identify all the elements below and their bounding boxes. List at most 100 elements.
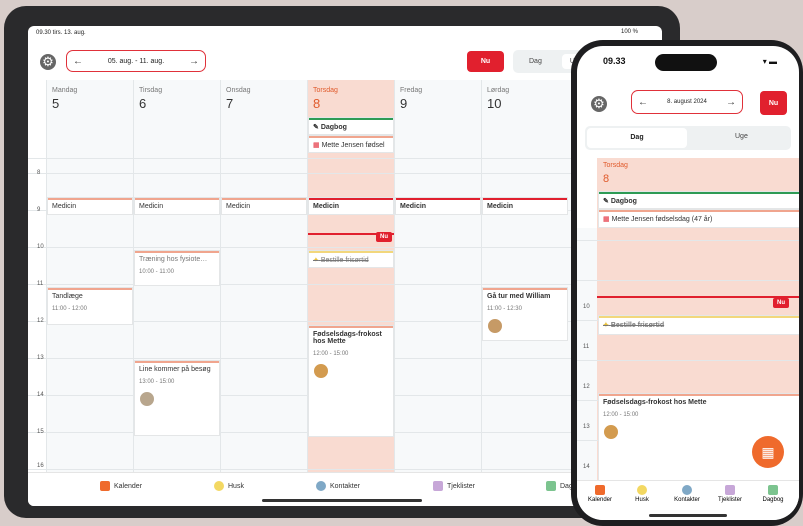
tab-label: Kalender (587, 497, 613, 503)
pen-icon (768, 485, 778, 495)
phone-time: 09.33 (603, 56, 626, 66)
event-medicin-saturday[interactable]: Medicin (483, 198, 567, 214)
tab-kalender[interactable]: Kalender (100, 481, 142, 491)
event-title: Line kommer på besøg (139, 366, 211, 373)
tab-label: Tjeklister (447, 482, 476, 490)
event-time: 12:00 - 15:00 (603, 412, 639, 418)
tab-kalender[interactable]: Kalender (585, 485, 615, 503)
event-title: Medicin (52, 203, 77, 210)
day-number: 10 (487, 96, 502, 111)
date-label: 8. august 2024 (667, 99, 707, 105)
battery-indicator: 100 % (620, 29, 638, 35)
tab-kontakter[interactable]: Kontakter (669, 485, 705, 503)
tab-dagbog[interactable]: Dagbog (757, 485, 789, 503)
day-number: 8 (603, 173, 610, 185)
phone-device: 09.33 ▾ ▬ ⚙ ← 8. august 2024 → Nu Dag Ug… (571, 40, 803, 526)
calendar-icon (100, 481, 110, 491)
now-indicator-tag: Nu (773, 298, 789, 308)
event-medicin-tuesday[interactable]: Medicin (135, 198, 219, 214)
hour-line (28, 469, 662, 470)
hour-line (28, 247, 662, 248)
hour-label: 14 (37, 392, 44, 398)
tab-label: Dagbog (762, 497, 784, 503)
event-title: Medicin (487, 203, 514, 210)
task-bestille-frisoer[interactable]: ✦ Bestille frisørtid (599, 316, 799, 334)
settings-gear-icon[interactable]: ⚙ (591, 96, 607, 112)
week-grid: Mandag 5 Tirsdag 6 Onsdag 7 Torsdag 8 Fredag… (28, 80, 662, 472)
event-title: Tandlæge (52, 293, 83, 300)
now-button[interactable]: Nu (760, 91, 787, 115)
hour-label: 13 (583, 424, 590, 430)
task-bestille-frisoer[interactable]: ✦ Bestille frisørtid (309, 251, 393, 267)
status-time-date: 09.30 tirs. 13. aug. (36, 30, 86, 36)
tab-husk[interactable]: Husk (214, 481, 244, 491)
hour-line (28, 173, 662, 174)
event-foedselsdags-frokost[interactable]: Fødselsdags-frokost hos Mette 12:00 - 15:… (309, 326, 393, 436)
event-medicin-friday[interactable]: Medicin (396, 198, 480, 214)
event-medicin-thursday[interactable]: Medicin (309, 198, 393, 214)
dagbog-allday-event[interactable]: ✎ Dagbog (309, 118, 393, 134)
hour-label: 15 (37, 429, 44, 435)
hour-line (577, 360, 799, 361)
event-medicin-wednesday[interactable]: Medicin (222, 198, 306, 214)
day-number: 7 (226, 96, 234, 111)
phone-tab-bar: Kalender Husk Kontakter Tjeklister Dagbo… (577, 480, 799, 520)
event-line-besoeg[interactable]: Line kommer på besøg 13:00 - 15:00 (135, 361, 219, 435)
task-title: Bestille frisørtid (320, 257, 369, 264)
dynamic-island (655, 54, 717, 71)
tab-day[interactable]: Dag (529, 58, 542, 65)
event-medicin-monday[interactable]: Medicin (48, 198, 132, 214)
event-title: Medicin (400, 203, 427, 210)
contacts-icon (682, 485, 692, 495)
hour-label: 16 (37, 463, 44, 469)
status-bar: 09.30 tirs. 13. aug. 100 % (28, 26, 662, 40)
phone-status-icons: ▾ ▬ (762, 57, 777, 66)
tab-kontakter[interactable]: Kontakter (316, 481, 360, 491)
prev-day-arrow-icon[interactable]: ← (638, 97, 648, 108)
day-name: Fredag (400, 87, 423, 94)
hour-label: 13 (37, 355, 44, 361)
week-navigator: ← 05. aug. - 11. aug. → (66, 50, 206, 72)
hour-label: 11 (37, 281, 44, 287)
add-event-calendar-icon[interactable]: ▦ (752, 436, 784, 468)
tab-tjeklister[interactable]: Tjeklister (433, 481, 475, 491)
tablet-screen: 09.30 tirs. 13. aug. 100 % ⚙ ← 05. aug. … (28, 26, 662, 506)
dagbog-allday-event[interactable]: ✎ Dagbog (599, 192, 799, 208)
birthday-allday-event[interactable]: ▦ Mette Jensen fødselsdag (47 år) (599, 210, 799, 227)
event-tandlaege[interactable]: Tandlæge 11:00 - 12:00 (48, 288, 132, 324)
day-number: 6 (139, 96, 147, 111)
star-icon (637, 485, 647, 495)
hour-label: 10 (37, 244, 44, 250)
next-day-arrow-icon[interactable]: → (726, 97, 736, 108)
task-star-icon: ✦ (603, 322, 609, 329)
now-button[interactable]: Nu (467, 51, 504, 72)
day-number: 8 (313, 96, 321, 111)
tab-tjeklister[interactable]: Tjeklister (713, 485, 747, 503)
event-title: Gå tur med William (487, 293, 551, 300)
view-segmented-control: Dag Uge (585, 126, 791, 150)
now-indicator-tag: Nu (376, 232, 392, 242)
pen-icon (546, 481, 556, 491)
tab-day[interactable]: Dag (587, 128, 687, 148)
prev-week-arrow-icon[interactable]: ← (73, 56, 83, 67)
day-column-monday[interactable]: Mandag 5 (46, 80, 133, 472)
avatar (313, 363, 329, 379)
tab-week[interactable]: Uge (735, 133, 748, 140)
birthday-label: Mette Jensen fødsel (321, 142, 385, 149)
event-time: 12:00 - 15:00 (313, 351, 349, 357)
task-title: Bestille frisørtid (610, 322, 665, 329)
event-traening[interactable]: Træning hos fysiote… 10:00 - 11:00 (135, 251, 219, 285)
settings-gear-icon[interactable]: ⚙ (40, 54, 56, 70)
avatar (139, 391, 155, 407)
event-title: Træning hos fysiote… (139, 256, 208, 263)
birthday-allday-event[interactable]: ▦ Mette Jensen fødsel (309, 136, 393, 152)
task-star-icon: ✦ (313, 257, 319, 264)
day-name: Torsdag (603, 162, 628, 169)
event-time: 11:00 - 12:00 (52, 306, 87, 312)
day-name: Mandag (52, 87, 78, 94)
event-gaa-tur[interactable]: Gå tur med William 11:00 - 12:30 (483, 288, 567, 340)
tab-husk[interactable]: Husk (627, 485, 657, 503)
day-column-wednesday[interactable]: Onsdag 7 (220, 80, 307, 472)
next-week-arrow-icon[interactable]: → (189, 56, 199, 67)
day-column-friday[interactable]: Fredag 9 (394, 80, 481, 472)
